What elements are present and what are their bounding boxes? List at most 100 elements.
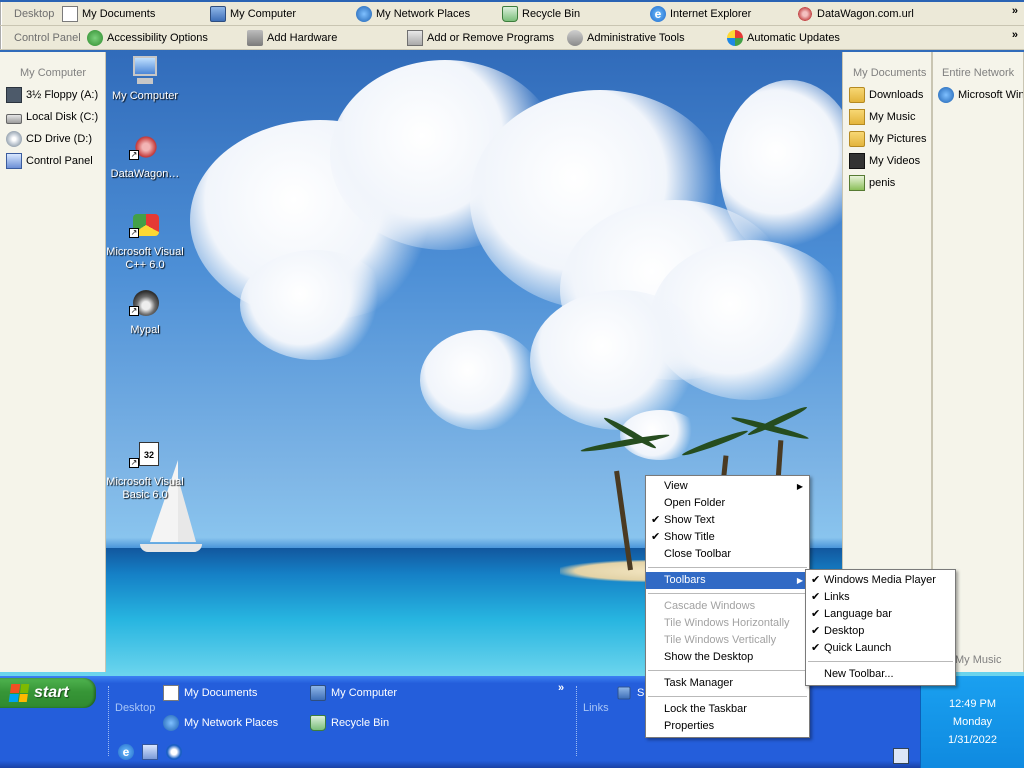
menu-item-properties[interactable]: Properties — [646, 718, 809, 735]
add-remove-programs-icon — [407, 30, 423, 46]
toolbar-item-my-network-places[interactable]: My Network Places — [356, 5, 470, 23]
taskbar-item-my-documents[interactable]: My Documents — [163, 685, 257, 701]
menu-item-view[interactable]: View ▶ — [646, 478, 809, 495]
submenu-item-new-toolbar[interactable]: New Toolbar... — [806, 666, 955, 683]
panel-title[interactable]: My Computer — [6, 52, 105, 84]
checkmark-icon: ✔ — [811, 625, 821, 637]
panel-item-downloads[interactable]: Downloads — [849, 84, 931, 106]
menu-item-lock-taskbar[interactable]: Lock the Taskbar — [646, 701, 809, 718]
menu-item-label: Toolbars — [664, 574, 706, 586]
windows-logo-icon — [8, 684, 30, 702]
computer-icon — [310, 685, 326, 701]
media-player-icon[interactable] — [166, 744, 182, 760]
desktop-icon-mypal[interactable]: ↗ Mypal — [102, 288, 188, 337]
menu-item-show-desktop[interactable]: Show the Desktop — [646, 649, 809, 666]
taskbar-item-label: My Computer — [331, 687, 398, 699]
menu-item-close-toolbar[interactable]: Close Toolbar — [646, 546, 809, 563]
toolbar-item-accessibility-options[interactable]: Accessibility Options — [87, 29, 208, 47]
clock-tray[interactable]: 12:49 PM Monday 1/31/2022 — [920, 676, 1024, 768]
checkmark-icon: ✔ — [651, 514, 661, 526]
toolbar-label-desktop[interactable]: Desktop — [0, 2, 60, 25]
toolbar-chevron-button[interactable]: » — [1012, 5, 1018, 17]
taskbar-desktop-toolbar-label[interactable]: Desktop — [115, 702, 155, 714]
panel-item-label: Downloads — [869, 89, 924, 101]
panel-title-my-music[interactable]: My Music — [955, 654, 1001, 666]
menu-item-label: Close Toolbar — [664, 548, 732, 560]
toolbar-item-add-remove-programs[interactable]: Add or Remove Programs — [407, 29, 554, 47]
menu-item-toolbars[interactable]: Toolbars ▶ — [646, 572, 809, 589]
mypal-browser-icon: ↗ — [129, 288, 161, 320]
panel-item-floppy[interactable]: 3½ Floppy (A:) — [6, 84, 105, 106]
clock-date: 1/31/2022 — [948, 734, 997, 746]
toolbar-item-administrative-tools[interactable]: Administrative Tools — [567, 29, 685, 47]
toolbar-item-my-computer[interactable]: My Computer — [210, 5, 296, 23]
panel-title[interactable]: My Documents — [849, 52, 931, 84]
toolbar-item-datawagon-url[interactable]: DataWagon.com.url — [797, 5, 914, 23]
panel-item-my-pictures[interactable]: My Pictures — [849, 128, 931, 150]
hard-disk-icon — [6, 113, 22, 124]
menu-item-tile-horizontally[interactable]: Tile Windows Horizontally — [646, 615, 809, 632]
toolbar-grip[interactable] — [576, 686, 579, 756]
menu-item-label: Open Folder — [664, 497, 726, 509]
computer-icon — [210, 6, 226, 22]
toolbar-item-automatic-updates[interactable]: Automatic Updates — [727, 29, 840, 47]
menu-item-label: Windows Media Player — [824, 574, 936, 586]
panel-item-image-file[interactable]: penis — [849, 172, 931, 194]
menu-item-label: View — [664, 480, 688, 492]
desktop-icon-datawagon[interactable]: ↗ DataWagon… — [102, 132, 188, 181]
menu-item-tile-vertically[interactable]: Tile Windows Vertically — [646, 632, 809, 649]
pictures-folder-icon — [849, 131, 865, 147]
desktop-icon-visual-cpp[interactable]: ↗ Microsoft Visual C++ 6.0 — [102, 210, 188, 272]
show-desktop-icon[interactable] — [142, 744, 158, 760]
videos-folder-icon — [849, 153, 865, 169]
menu-separator — [648, 593, 807, 594]
taskbar-links-toolbar-label[interactable]: Links — [583, 702, 609, 714]
menu-item-cascade-windows[interactable]: Cascade Windows — [646, 598, 809, 615]
checkmark-icon: ✔ — [811, 591, 821, 603]
toolbar-item-internet-explorer[interactable]: e Internet Explorer — [650, 5, 751, 23]
submenu-item-windows-media-player[interactable]: ✔ Windows Media Player — [806, 572, 955, 589]
taskbar-chevron-button[interactable]: » — [558, 682, 564, 694]
panel-item-label: My Pictures — [869, 133, 927, 145]
panel-item-microsoft-windows-network[interactable]: Microsoft Win — [938, 84, 1023, 106]
submenu-item-links[interactable]: ✔ Links — [806, 589, 955, 606]
toolbar-item-add-hardware[interactable]: Add Hardware — [247, 29, 337, 47]
desktop-toolbar: Desktop My Documents My Computer My Netw… — [0, 2, 1024, 26]
taskbar-item-recycle-bin[interactable]: Recycle Bin — [310, 715, 389, 731]
menu-item-label: Show Text — [664, 514, 715, 526]
panel-item-control-panel[interactable]: Control Panel — [6, 150, 105, 172]
internet-explorer-icon[interactable]: e — [118, 744, 134, 760]
menu-item-show-text[interactable]: ✔ Show Text — [646, 512, 809, 529]
submenu-item-language-bar[interactable]: ✔ Language bar — [806, 606, 955, 623]
panel-item-cd-drive[interactable]: CD Drive (D:) — [6, 128, 105, 150]
menu-item-label: Quick Launch — [824, 642, 892, 654]
panel-item-local-disk[interactable]: Local Disk (C:) — [6, 106, 105, 128]
toolbar-item-my-documents[interactable]: My Documents — [62, 5, 155, 23]
panel-title[interactable]: Entire Network — [938, 52, 1023, 84]
submenu-item-quick-launch[interactable]: ✔ Quick Launch — [806, 640, 955, 657]
checkmark-icon: ✔ — [811, 642, 821, 654]
desktop-icon-visual-basic[interactable]: 32 ↗ Microsoft Visual Basic 6.0 — [102, 440, 188, 502]
toolbar-label-control-panel[interactable]: Control Panel — [0, 26, 87, 49]
panel-item-my-music[interactable]: My Music — [849, 106, 931, 128]
toolbar-item-label: Recycle Bin — [522, 8, 581, 20]
menu-item-label: Cascade Windows — [664, 600, 756, 612]
menu-item-task-manager[interactable]: Task Manager — [646, 675, 809, 692]
toolbar-grip[interactable] — [108, 686, 111, 756]
panel-item-my-videos[interactable]: My Videos — [849, 150, 931, 172]
menu-item-open-folder[interactable]: Open Folder — [646, 495, 809, 512]
floppy-icon — [6, 87, 22, 103]
menu-item-label: Properties — [664, 720, 715, 732]
toolbar-item-recycle-bin[interactable]: Recycle Bin — [502, 5, 580, 23]
cd-drive-icon — [6, 131, 22, 147]
desktop-icon-my-computer[interactable]: My Computer — [102, 54, 188, 103]
toolbar-chevron-button[interactable]: » — [1012, 29, 1018, 41]
submenu-item-desktop[interactable]: ✔ Desktop — [806, 623, 955, 640]
taskbar-item-my-computer[interactable]: My Computer — [310, 685, 397, 701]
start-button[interactable]: start — [0, 678, 96, 708]
keyboard-icon[interactable] — [893, 748, 909, 764]
taskbar-item-my-network-places[interactable]: My Network Places — [163, 715, 278, 731]
menu-item-show-title[interactable]: ✔ Show Title — [646, 529, 809, 546]
documents-folder-icon — [62, 6, 78, 22]
menu-item-label: Tile Windows Vertically — [664, 634, 777, 646]
